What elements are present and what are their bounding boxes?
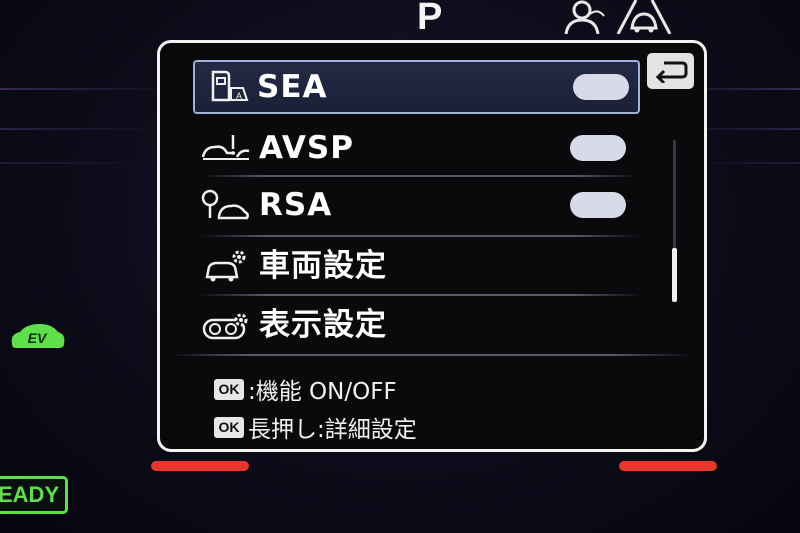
right-soft-key-indicator <box>619 461 717 471</box>
display-settings-icon <box>202 313 248 340</box>
menu-item-label: RSA <box>259 187 333 223</box>
hint-detail: OK 長押し:詳細設定 <box>214 410 417 444</box>
ready-indicator: EADY <box>0 476 69 514</box>
left-soft-key-indicator <box>151 461 249 471</box>
driver-monitor-icon <box>564 0 605 34</box>
return-arrow-icon <box>655 61 687 83</box>
hint-text: :機能 ON/OFF <box>248 379 397 405</box>
menu-item-label: 表示設定 <box>259 307 387 343</box>
ok-key-icon: OK <box>214 378 244 400</box>
road-sign-assist-icon <box>201 189 249 220</box>
gear-indicator: P <box>417 0 443 38</box>
scrollbar-thumb[interactable] <box>672 248 677 302</box>
svg-text:EV: EV <box>28 330 48 346</box>
menu-item-avsp[interactable]: AVSP <box>197 121 637 175</box>
lane-assist-icon <box>616 0 672 34</box>
sea-toggle[interactable] <box>573 74 629 100</box>
divider <box>200 235 640 237</box>
vehicle-stop-assist-icon <box>201 135 250 160</box>
menu-item-label: SEA <box>257 69 328 105</box>
menu-item-label: AVSP <box>259 130 354 166</box>
hint-toggle: OK :機能 ON/OFF <box>214 372 397 406</box>
divider <box>200 175 640 177</box>
svg-text:A: A <box>236 91 242 101</box>
rsa-toggle[interactable] <box>570 192 626 218</box>
avsp-toggle[interactable] <box>570 135 626 161</box>
door-exit-alert-icon: A <box>211 70 249 102</box>
hint-text: 長押し:詳細設定 <box>248 417 417 443</box>
menu-item-display-settings[interactable]: 表示設定 <box>197 298 637 352</box>
menu-item-sea[interactable]: A SEA <box>193 60 640 114</box>
back-button[interactable] <box>647 53 694 89</box>
divider <box>170 354 690 356</box>
ok-key-icon: OK <box>214 416 244 438</box>
divider <box>200 294 640 296</box>
menu-item-label: 車両設定 <box>259 248 387 284</box>
menu-item-vehicle-settings[interactable]: 車両設定 <box>197 239 637 293</box>
ev-mode-icon: EV <box>11 324 65 348</box>
vehicle-settings-icon <box>205 250 246 282</box>
menu-item-rsa[interactable]: RSA <box>197 178 637 232</box>
